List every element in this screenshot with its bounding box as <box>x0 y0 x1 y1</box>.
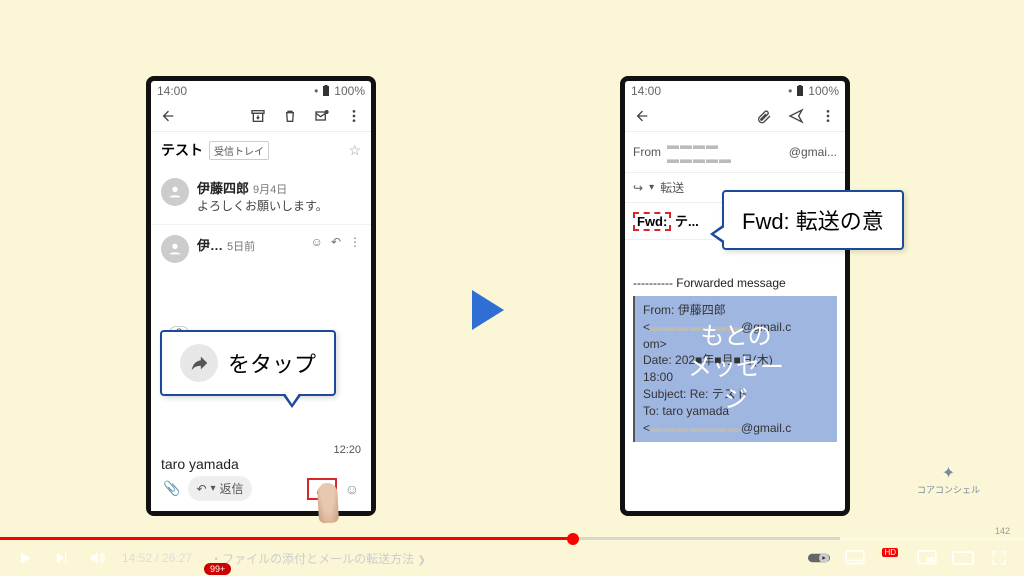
page-badge: 142 <box>995 526 1010 536</box>
status-right: • 100% <box>788 84 839 98</box>
forward-header: ---------- Forwarded message <box>633 276 837 290</box>
bottom-sender: taro yamada <box>161 456 361 472</box>
mail-toolbar <box>151 101 371 132</box>
play-button[interactable] <box>14 547 36 569</box>
expanded-message: 12:20 taro yamada 📎 ↶ ▾ 返信 ☺ <box>151 438 371 511</box>
status-dot: • <box>314 84 318 98</box>
compose-toolbar <box>625 101 845 132</box>
back-icon[interactable] <box>633 107 651 125</box>
attach-icon[interactable]: 📎 <box>163 480 180 497</box>
theater-button[interactable] <box>952 547 974 569</box>
battery-icon <box>322 85 330 97</box>
fwd-prefix-highlight: Fwd: <box>633 212 671 231</box>
quoted-block: From: 伊藤四郎 <▬▬▬▬▬▬▬@gmail.c om> Date: 20… <box>633 296 837 442</box>
phone-right: 14:00 • 100% From ▬▬▬▬ ▬▬▬▬▬ @gmai... ↪ … <box>620 76 850 516</box>
status-bar: 14:00 • 100% <box>151 81 371 101</box>
compose-body[interactable]: ---------- Forwarded message From: 伊藤四郎 … <box>625 240 845 450</box>
battery-icon <box>796 85 804 97</box>
emoji-icon[interactable]: ☺ <box>311 235 323 263</box>
reply-icon: ↶ <box>196 482 206 496</box>
battery-pct: 100% <box>808 84 839 98</box>
from-label: From <box>633 145 661 159</box>
subject-text: テスト <box>161 140 203 160</box>
next-button[interactable] <box>50 547 72 569</box>
from-blur: ▬▬▬▬ ▬▬▬▬▬ <box>667 138 783 166</box>
more-icon[interactable]: ⋮ <box>349 235 361 263</box>
hd-badge: HD <box>882 548 898 557</box>
reply-pill[interactable]: ↶ ▾ 返信 <box>188 476 251 501</box>
more-icon[interactable] <box>345 107 363 125</box>
avatar <box>161 235 189 263</box>
star-icon[interactable]: ☆ <box>348 142 361 159</box>
from-row[interactable]: From ▬▬▬▬ ▬▬▬▬▬ @gmai... <box>625 132 845 173</box>
battery-pct: 100% <box>334 84 365 98</box>
chevron-down-icon: ▾ <box>649 182 654 193</box>
status-time: 14:00 <box>157 84 187 98</box>
more-icon[interactable] <box>819 107 837 125</box>
sender-name: 伊藤四郎 <box>197 181 249 196</box>
message-1[interactable]: 伊藤四郎 9月4日 よろしくお願いします。 <box>151 168 371 225</box>
phone-left: 14:00 • 100% テスト 受信トレイ ☆ 伊藤四郎 9月4日 よろしくお願… <box>146 76 376 516</box>
finger-pointer <box>317 483 339 524</box>
send-icon[interactable] <box>787 107 805 125</box>
player-controls: 14:52 / 26:27 ・ファイルの添付とメールの転送方法 ❯ HD <box>0 540 1024 576</box>
msg-time: 12:20 <box>161 444 361 456</box>
callout-text: Fwd: 転送の意 <box>742 209 884 234</box>
reply-icon[interactable]: ↶ <box>331 235 341 263</box>
subject-row: テスト 受信トレイ ☆ <box>151 132 371 168</box>
miniplayer-button[interactable] <box>916 547 938 569</box>
inbox-chip: 受信トレイ <box>209 141 269 160</box>
status-bar: 14:00 • 100% <box>625 81 845 101</box>
mode-label: 転送 <box>660 179 684 196</box>
msg-date: 9月4日 <box>253 184 287 196</box>
archive-icon[interactable] <box>249 107 267 125</box>
message-2[interactable]: 伊… 5日前 ☺ ↶ ⋮ <box>151 225 371 273</box>
video-frame: 14:00 • 100% テスト 受信トレイ ☆ 伊藤四郎 9月4日 よろしくお願… <box>0 0 1024 576</box>
callout-fwd-meaning: Fwd: 転送の意 <box>722 190 904 250</box>
arrow-right-icon <box>472 290 504 330</box>
msg-date: 5日前 <box>227 241 255 253</box>
time-display: 14:52 / 26:27 <box>122 551 192 565</box>
forward-icon <box>180 344 218 382</box>
autoplay-toggle[interactable] <box>808 547 830 569</box>
sender-name: 伊… <box>197 238 223 253</box>
emoji-icon[interactable]: ☺ <box>345 481 359 497</box>
status-dot: • <box>788 84 792 98</box>
watermark: ✦ コアコンシェル <box>917 463 980 496</box>
subject-rest: テ... <box>675 214 699 229</box>
avatar <box>161 178 189 206</box>
callout-tap-forward: をタップ <box>160 330 336 396</box>
captions-button[interactable] <box>844 547 866 569</box>
fullscreen-button[interactable] <box>988 547 1010 569</box>
settings-button[interactable]: HD <box>880 547 902 569</box>
status-time: 14:00 <box>631 84 661 98</box>
reply-label: 返信 <box>220 480 244 497</box>
chapter-title[interactable]: ・ファイルの添付とメールの転送方法 ❯ <box>210 550 426 567</box>
from-value: @gmai... <box>789 145 837 159</box>
back-icon[interactable] <box>159 107 177 125</box>
attach-icon[interactable] <box>755 107 773 125</box>
overlay-label: もとの メッセージ <box>686 322 787 416</box>
forward-mode-icon: ↪ <box>633 181 643 195</box>
chevron-down-icon: ▾ <box>211 483 216 494</box>
notification-badge: 99+ <box>204 563 231 575</box>
volume-button[interactable] <box>86 547 108 569</box>
status-right: • 100% <box>314 84 365 98</box>
trash-icon[interactable] <box>281 107 299 125</box>
msg-snippet: よろしくお願いします。 <box>197 197 361 214</box>
mark-unread-icon[interactable] <box>313 107 331 125</box>
callout-text: をタップ <box>228 347 316 379</box>
